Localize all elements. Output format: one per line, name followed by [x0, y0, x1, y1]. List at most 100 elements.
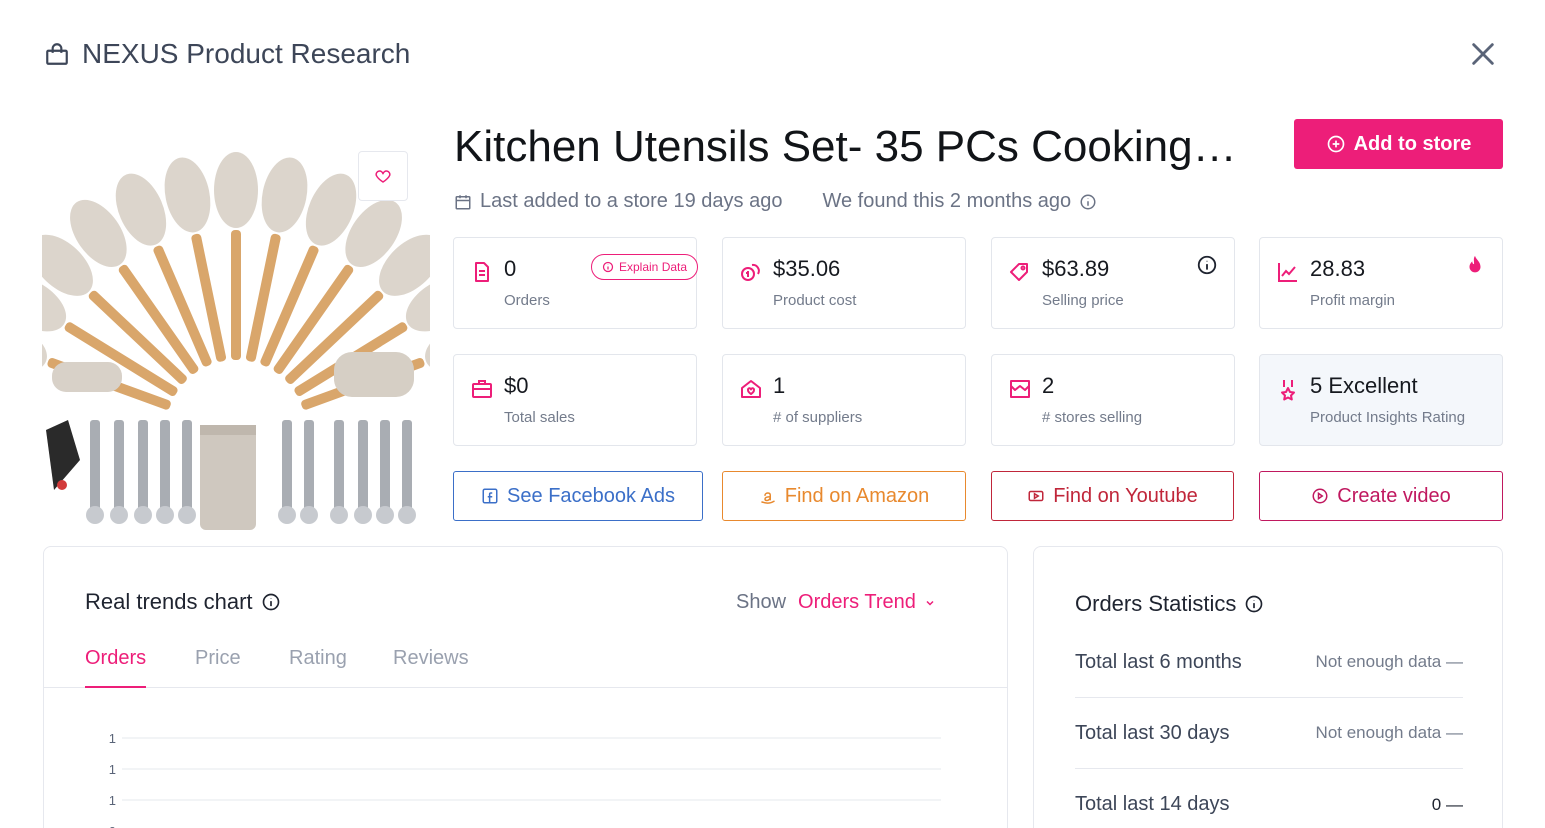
- favorite-button[interactable]: [358, 151, 408, 201]
- shopping-bag-icon: [46, 43, 68, 65]
- stat-profit-margin: 28.83 Profit margin: [1259, 237, 1503, 329]
- stat-row-14-days: Total last 14 days 0 —: [1075, 769, 1463, 828]
- orders-statistics-title-text: Orders Statistics: [1075, 591, 1237, 616]
- stores-selling-value: 2: [1042, 373, 1055, 398]
- stat-suppliers: 1 # of suppliers: [722, 354, 966, 446]
- tab-orders[interactable]: Orders: [85, 647, 147, 688]
- info-icon[interactable]: [261, 592, 281, 612]
- suppliers-value: 1: [773, 373, 786, 398]
- stat-row-value: Not enough data —: [1315, 723, 1463, 742]
- facebook-label: See Facebook Ads: [507, 484, 675, 507]
- trend-indicator: —: [1446, 723, 1463, 742]
- info-icon: [602, 261, 614, 273]
- orders-value: 0: [504, 256, 517, 281]
- found-text: We found this 2 months ago: [822, 190, 1072, 212]
- selling-price-value: $63.89: [1042, 256, 1110, 281]
- find-on-youtube-button[interactable]: Find on Youtube: [991, 471, 1234, 521]
- heart-icon: [375, 170, 391, 183]
- chart-tabs: Orders Price Rating Reviews: [44, 647, 1007, 688]
- price-tag-icon: [1010, 263, 1028, 281]
- chevron-down-icon: [926, 600, 934, 606]
- chart-title: Real trends chart: [85, 589, 281, 615]
- selling-price-label: Selling price: [1042, 292, 1124, 309]
- create-video-label: Create video: [1337, 484, 1451, 507]
- stat-row-label: Total last 30 days: [1075, 721, 1230, 744]
- find-on-amazon-button[interactable]: Find on Amazon: [722, 471, 966, 521]
- close-icon[interactable]: [1469, 40, 1497, 68]
- stat-selling-price: $63.89 Selling price: [991, 237, 1235, 329]
- chart-title-text: Real trends chart: [85, 589, 253, 614]
- suppliers-label: # of suppliers: [773, 409, 863, 426]
- see-facebook-ads-button[interactable]: See Facebook Ads: [453, 471, 703, 521]
- app-header: NEXUS Product Research: [44, 38, 410, 70]
- last-added-info: Last added to a store 19 days ago: [454, 190, 782, 213]
- stat-product-cost: $35.06 Product cost: [722, 237, 966, 329]
- y-tick-label: 1: [109, 793, 116, 808]
- app-title: NEXUS Product Research: [82, 38, 411, 69]
- tab-reviews[interactable]: Reviews: [393, 647, 469, 688]
- calendar-icon: [455, 194, 471, 209]
- store-icon: [1010, 380, 1030, 398]
- document-icon: [475, 262, 489, 282]
- info-icon[interactable]: [1079, 193, 1097, 211]
- product-cost-label: Product cost: [773, 292, 857, 309]
- y-tick-label: 1: [109, 762, 116, 777]
- total-sales-value: $0: [504, 373, 529, 398]
- amazon-label: Find on Amazon: [784, 484, 930, 507]
- explain-data-button[interactable]: Explain Data: [591, 254, 699, 280]
- home-heart-icon: [741, 380, 761, 398]
- profit-margin-value: 28.83: [1310, 256, 1366, 281]
- show-label: Show: [736, 591, 787, 613]
- orders-statistics-title: Orders Statistics: [1075, 591, 1264, 617]
- product-title: Kitchen Utensils Set- 35 PCs Cooking Ute…: [454, 122, 1244, 171]
- stat-total-sales: $0 Total sales: [453, 354, 697, 446]
- info-icon[interactable]: [1196, 254, 1218, 276]
- stat-orders: 0 Orders Explain Data: [453, 237, 699, 329]
- info-icon[interactable]: [1244, 594, 1264, 614]
- y-tick-label: 1: [109, 731, 116, 746]
- stat-row-6-months: Total last 6 months Not enough data —: [1075, 627, 1463, 698]
- orders-label: Orders: [504, 292, 550, 309]
- found-info: We found this 2 months ago: [822, 190, 1097, 213]
- chart-line-icon: [1278, 263, 1297, 282]
- profit-margin-label: Profit margin: [1310, 292, 1396, 309]
- product-cost-value: $35.06: [773, 256, 841, 281]
- stores-selling-label: # stores selling: [1042, 409, 1143, 426]
- trend-indicator: —: [1446, 652, 1463, 671]
- stat-row-label: Total last 6 months: [1075, 650, 1242, 673]
- real-trends-panel: Real trends chart Show Orders Trend Orde…: [43, 546, 1008, 828]
- trend-chart: 1 1 1 0: [109, 731, 941, 828]
- stat-row-30-days: Total last 30 days Not enough data —: [1075, 698, 1463, 769]
- play-circle-icon: [1312, 488, 1328, 504]
- total-sales-label: Total sales: [504, 409, 575, 426]
- orders-statistics-panel: Orders Statistics Total last 6 months No…: [1033, 546, 1503, 828]
- flame-icon: [1469, 255, 1481, 273]
- coins-icon: [741, 263, 760, 281]
- amazon-icon: [760, 492, 775, 504]
- plus-circle-icon: [1327, 135, 1344, 153]
- show-selector: Show Orders Trend: [736, 591, 936, 614]
- award-icon: [1281, 380, 1295, 401]
- youtube-icon: [1028, 490, 1044, 502]
- add-to-store-button[interactable]: Add to store: [1294, 119, 1503, 169]
- tab-rating[interactable]: Rating: [289, 647, 347, 688]
- trend-indicator: —: [1446, 794, 1463, 814]
- explain-data-label: Explain Data: [619, 260, 688, 274]
- last-added-text: Last added to a store 19 days ago: [480, 190, 783, 212]
- stat-stores-selling: 2 # stores selling: [991, 354, 1235, 446]
- stat-row-value: 0 —: [1431, 794, 1463, 814]
- facebook-icon: [482, 488, 498, 504]
- create-video-button[interactable]: Create video: [1259, 471, 1503, 521]
- rating-label: Product Insights Rating: [1310, 409, 1466, 426]
- tab-price[interactable]: Price: [195, 647, 241, 688]
- stat-row-label: Total last 14 days: [1075, 793, 1230, 815]
- y-tick-label: 0: [109, 824, 116, 828]
- stat-row-value: Not enough data —: [1315, 652, 1463, 671]
- trend-selected: Orders Trend: [798, 591, 916, 613]
- add-to-store-label: Add to store: [1353, 132, 1472, 155]
- stat-rating: 5 Excellent Product Insights Rating: [1259, 354, 1503, 446]
- product-meta: Last added to a store 19 days ago We fou…: [454, 190, 1097, 213]
- trend-dropdown[interactable]: Orders Trend: [798, 591, 936, 614]
- briefcase-icon: [472, 380, 492, 398]
- rating-value: 5 Excellent: [1310, 373, 1418, 398]
